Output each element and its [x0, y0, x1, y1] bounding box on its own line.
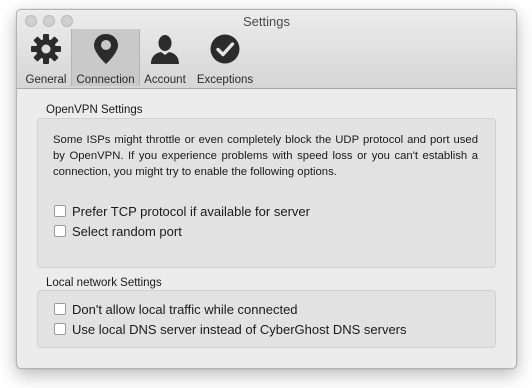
location-pin-icon	[93, 34, 118, 64]
gear-icon	[31, 34, 61, 64]
tab-general-label: General	[25, 74, 67, 86]
block-local-traffic-label: Don't allow local traffic while connecte…	[72, 301, 298, 317]
tab-connection[interactable]: Connection	[71, 29, 140, 86]
prefer-tcp-label: Prefer TCP protocol if available for ser…	[72, 203, 310, 219]
local-network-settings-title: Local network Settings	[46, 277, 162, 289]
block-local-traffic-checkbox[interactable]	[54, 303, 66, 315]
openvpn-description: Some ISPs might throttle or even complet…	[53, 134, 478, 178]
random-port-option[interactable]: Select random port	[54, 222, 182, 240]
window-title: Settings	[243, 14, 290, 29]
tab-exceptions-label: Exceptions	[196, 74, 254, 86]
title-bar: Settings General Connection Account Exce…	[17, 10, 516, 89]
random-port-label: Select random port	[72, 223, 182, 239]
local-dns-checkbox[interactable]	[54, 323, 66, 335]
tab-exceptions[interactable]: Exceptions	[193, 29, 257, 86]
local-network-settings-group	[37, 290, 496, 348]
tab-connection-label: Connection	[76, 74, 135, 86]
tab-general[interactable]: General	[22, 29, 70, 86]
check-circle-icon	[210, 34, 240, 64]
block-local-traffic-option[interactable]: Don't allow local traffic while connecte…	[54, 300, 298, 318]
openvpn-settings-title: OpenVPN Settings	[46, 104, 143, 116]
local-dns-option[interactable]: Use local DNS server instead of CyberGho…	[54, 320, 407, 338]
tab-account-label: Account	[144, 74, 186, 86]
tab-account[interactable]: Account	[140, 29, 190, 86]
prefer-tcp-option[interactable]: Prefer TCP protocol if available for ser…	[54, 202, 310, 220]
random-port-checkbox[interactable]	[54, 225, 66, 237]
prefer-tcp-checkbox[interactable]	[54, 205, 66, 217]
local-dns-label: Use local DNS server instead of CyberGho…	[72, 321, 407, 337]
user-icon	[151, 35, 179, 64]
